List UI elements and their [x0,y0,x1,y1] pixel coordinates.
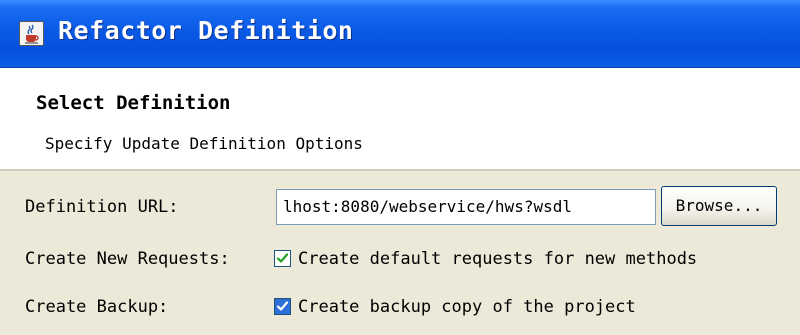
create-default-requests-checkbox[interactable] [274,250,291,267]
browse-button[interactable]: Browse... [661,186,777,226]
java-cup-icon [19,21,44,46]
create-backup-checkbox[interactable] [274,298,291,315]
page-subtitle: Specify Update Definition Options [45,134,363,153]
definition-url-input[interactable]: lhost:8080/webservice/hws?wsdl [276,189,656,225]
definition-url-label: Definition URL: [25,197,179,217]
refactor-definition-dialog: Refactor Definition Select Definition Sp… [0,0,800,335]
page-title: Select Definition [36,92,231,114]
checkmark-icon [276,301,289,311]
create-backup-label: Create Backup: [25,297,169,317]
options-form: Definition URL: lhost:8080/webservice/hw… [0,171,800,335]
create-default-requests-label[interactable]: Create default requests for new methods [298,249,697,269]
create-backup-text[interactable]: Create backup copy of the project [298,297,636,317]
window-title: Refactor Definition [58,16,354,45]
checkmark-icon [276,253,289,263]
title-bar[interactable]: Refactor Definition [0,0,800,68]
wizard-header: Select Definition Specify Update Definit… [0,68,800,171]
create-new-requests-label: Create New Requests: [25,249,230,269]
